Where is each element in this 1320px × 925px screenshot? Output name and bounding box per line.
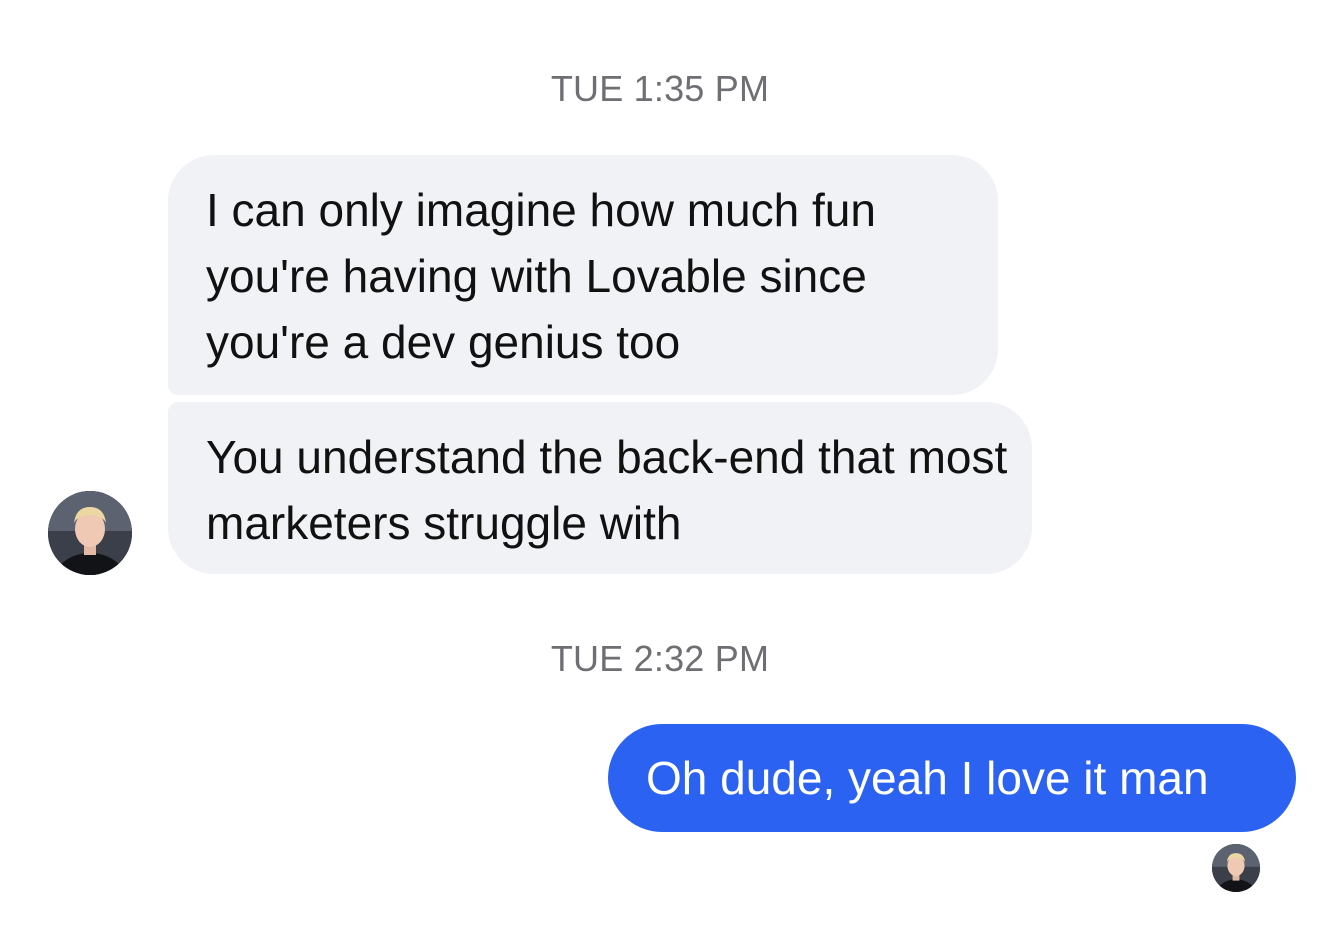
contact-avatar-icon[interactable] (48, 491, 132, 575)
read-receipt-avatar-icon (1212, 844, 1260, 892)
user-avatar-icon (48, 491, 132, 575)
incoming-message-bubble[interactable]: You understand the back-end that most ma… (168, 402, 1032, 574)
outgoing-message-bubble[interactable]: Oh dude, yeah I love it man (608, 724, 1296, 832)
incoming-message-bubble[interactable]: I can only imagine how much fun you're h… (168, 155, 998, 395)
timestamp: TUE 2:32 PM (550, 638, 770, 679)
timestamp: TUE 1:35 PM (550, 68, 770, 109)
user-avatar-icon (1212, 844, 1260, 892)
